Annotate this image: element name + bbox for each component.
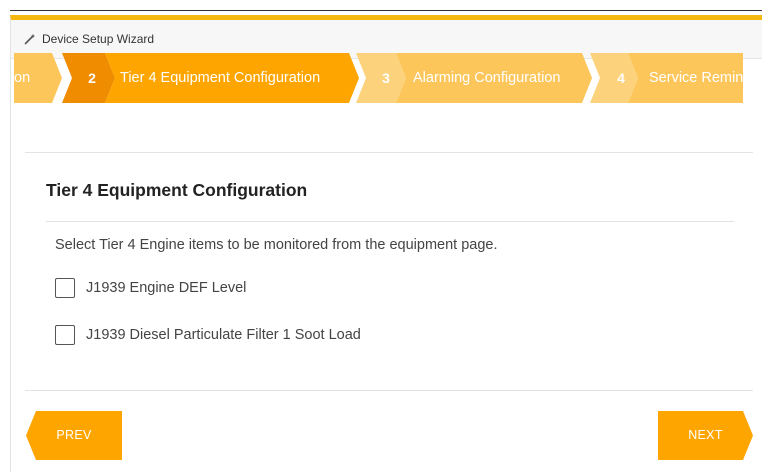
step-4[interactable]: 4 Service Reminders: [590, 53, 743, 103]
def-level-label: J1939 Engine DEF Level: [86, 280, 247, 296]
section-title: Tier 4 Equipment Configuration: [46, 180, 308, 200]
panel-title: Device Setup Wizard: [42, 32, 155, 46]
step-3[interactable]: 3 Alarming Configuration: [356, 53, 592, 103]
window-top-border: [10, 10, 762, 11]
next-button-label: NEXT: [688, 428, 723, 442]
prev-button[interactable]: PREV: [26, 411, 122, 460]
next-button[interactable]: NEXT: [658, 411, 753, 460]
option-soot-load[interactable]: J1939 Diesel Particulate Filter 1 Soot L…: [55, 325, 361, 345]
step-2-number: 2: [88, 70, 96, 86]
step-3-label: Alarming Configuration: [413, 70, 561, 86]
step-1[interactable]: on: [14, 53, 62, 103]
soot-load-label: J1939 Diesel Particulate Filter 1 Soot L…: [86, 327, 361, 343]
step-1-label: on: [14, 70, 31, 86]
option-def-level[interactable]: J1939 Engine DEF Level: [55, 278, 246, 298]
def-level-checkbox[interactable]: [55, 278, 75, 298]
step-4-label: Service Reminders: [649, 70, 743, 86]
magic-wand-icon: [24, 33, 36, 45]
soot-load-checkbox[interactable]: [55, 325, 75, 345]
divider-bottom: [25, 390, 753, 391]
step-4-number: 4: [617, 70, 625, 86]
wizard-steps: on 2 Tier 4 Equipment Configuration 3 Al…: [14, 53, 743, 103]
section-description: Select Tier 4 Engine items to be monitor…: [55, 237, 498, 253]
divider-top: [25, 152, 753, 153]
step-2-label: Tier 4 Equipment Configuration: [120, 70, 321, 86]
prev-button-label: PREV: [56, 428, 92, 442]
step-2[interactable]: 2 Tier 4 Equipment Configuration: [62, 53, 359, 103]
step-3-number: 3: [382, 70, 390, 86]
divider-title: [46, 221, 734, 222]
